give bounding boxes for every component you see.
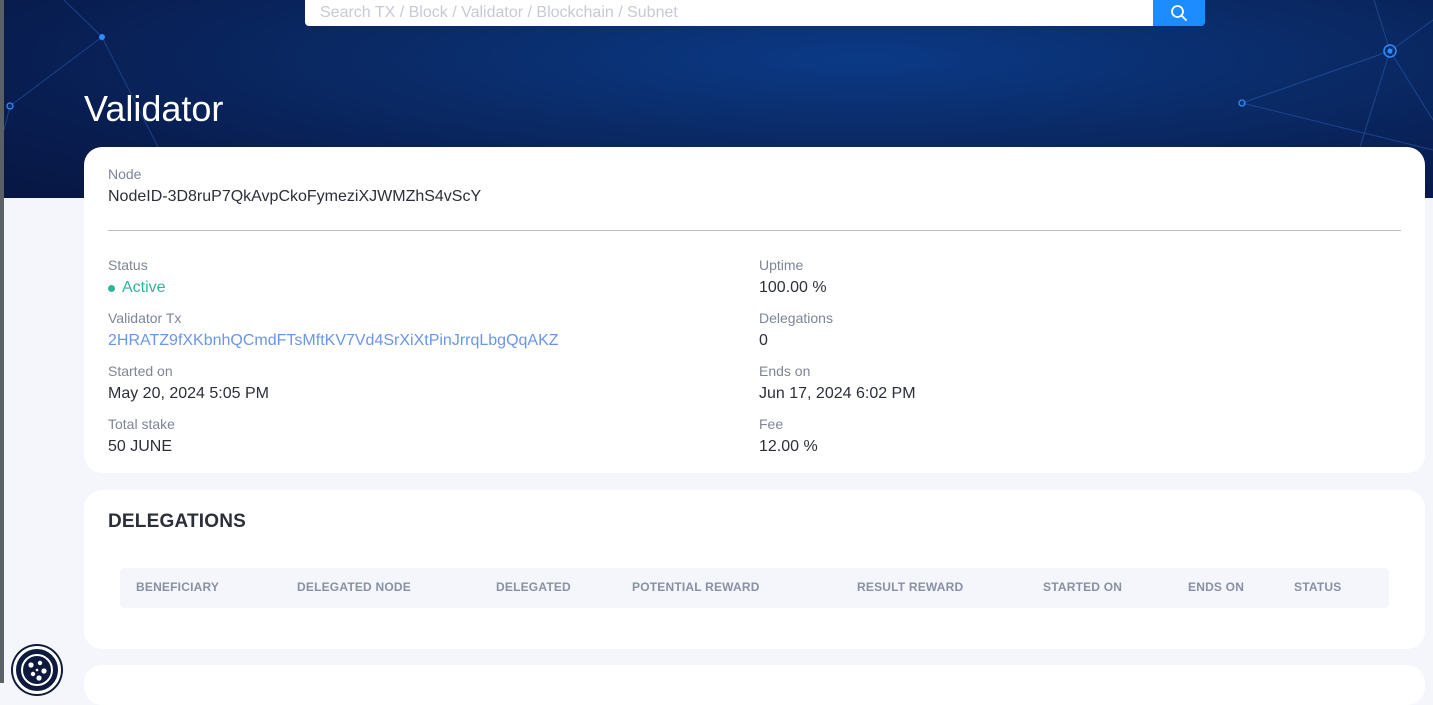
total-stake-value: 50 JUNE	[108, 438, 173, 455]
cookie-icon	[21, 654, 53, 686]
delegations-table-header: BENEFICIARY DELEGATED NODE DELEGATED POT…	[120, 568, 1389, 608]
fee-label: Fee	[759, 416, 784, 432]
page-title: Validator	[84, 88, 224, 129]
validator-tx-label: Validator Tx	[108, 310, 182, 326]
search-bar	[305, 0, 1205, 26]
column-header-result-reward[interactable]: RESULT REWARD	[857, 580, 963, 594]
status-text: Active	[122, 279, 166, 296]
search-button[interactable]	[1153, 0, 1205, 26]
validator-info-card: Node NodeID-3D8ruP7QkAvpCkoFymeziXJWMZhS…	[84, 147, 1425, 473]
total-stake-label: Total stake	[108, 416, 175, 432]
search-icon	[1171, 5, 1187, 21]
delegations-card: DELEGATIONS BENEFICIARY DELEGATED NODE D…	[84, 490, 1425, 649]
started-on-value: May 20, 2024 5:05 PM	[108, 385, 269, 402]
ends-on-label: Ends on	[759, 363, 811, 379]
column-header-delegated[interactable]: DELEGATED	[496, 580, 571, 594]
column-header-delegated-node[interactable]: DELEGATED NODE	[297, 580, 411, 594]
uptime-value: 100.00 %	[759, 279, 827, 296]
search-input[interactable]	[305, 0, 1153, 26]
delegations-label: Delegations	[759, 310, 833, 326]
column-header-potential-reward[interactable]: POTENTIAL REWARD	[632, 580, 760, 594]
divider	[108, 230, 1401, 231]
column-header-status[interactable]: STATUS	[1294, 580, 1341, 594]
node-id-value: NodeID-3D8ruP7QkAvpCkoFymeziXJWMZhS4vScY	[108, 188, 482, 205]
column-header-started-on[interactable]: STARTED ON	[1043, 580, 1122, 594]
next-section-card	[84, 665, 1425, 705]
status-label: Status	[108, 257, 148, 273]
column-header-beneficiary[interactable]: BENEFICIARY	[136, 580, 219, 594]
status-value: Active	[108, 279, 166, 297]
status-dot-icon	[108, 284, 115, 292]
started-on-label: Started on	[108, 363, 173, 379]
column-header-ends-on[interactable]: ENDS ON	[1188, 580, 1244, 594]
delegations-title: DELEGATIONS	[108, 511, 247, 532]
validator-tx-link[interactable]: 2HRATZ9fXKbnhQCmdFTsMftKV7Vd4SrXiXtPinJr…	[108, 332, 559, 350]
uptime-label: Uptime	[759, 257, 804, 273]
window-edge	[0, 0, 4, 683]
cookie-settings-button[interactable]	[13, 646, 61, 694]
fee-value: 12.00 %	[759, 438, 818, 455]
ends-on-value: Jun 17, 2024 6:02 PM	[759, 385, 916, 402]
node-label: Node	[108, 166, 142, 182]
delegations-value: 0	[759, 332, 768, 349]
